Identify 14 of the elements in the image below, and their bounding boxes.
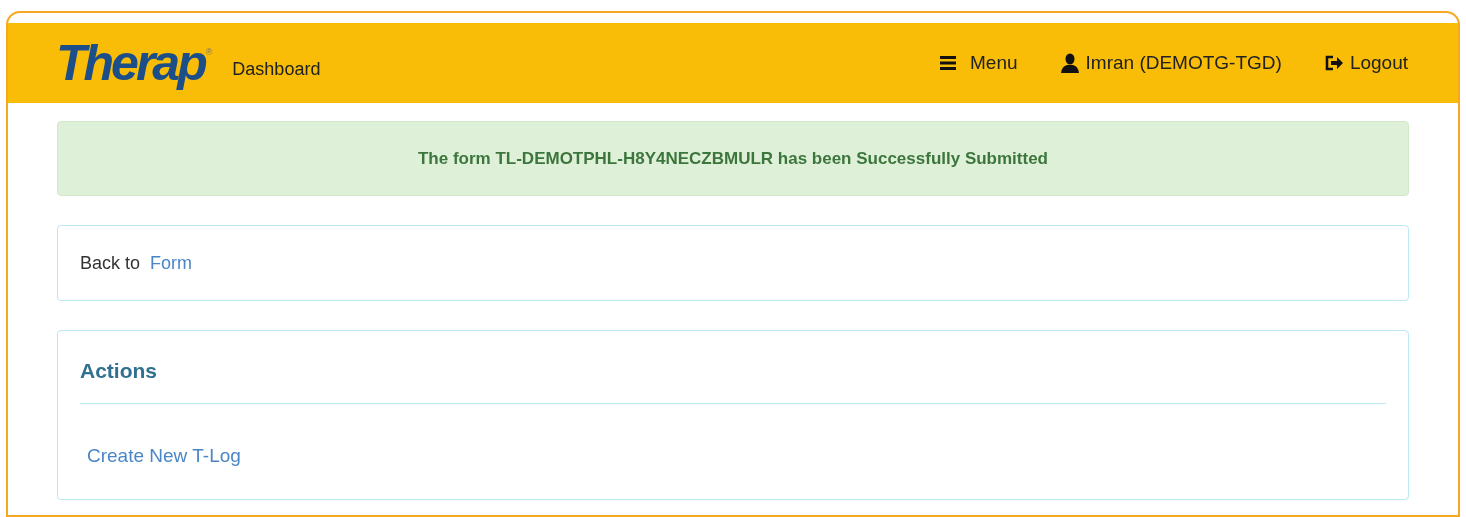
dashboard-link[interactable]: Dashboard <box>232 55 321 83</box>
alert-message: The form TL-DEMOTPHL-H8Y4NECZBMULR has been Successfully Submitted <box>418 147 1048 170</box>
logo[interactable]: Therap <box>56 38 205 88</box>
back-label: Back to <box>80 251 141 275</box>
logout-icon <box>1323 54 1344 72</box>
form-link[interactable]: Form <box>150 249 193 277</box>
registered-mark: ® <box>205 47 213 57</box>
user-menu-link[interactable]: Imran (DEMOTG-TGD) <box>1059 48 1282 78</box>
menu-link[interactable]: Menu <box>940 48 1018 78</box>
action-link[interactable]: Create New T-Log <box>87 441 241 470</box>
user-icon <box>1059 53 1080 73</box>
logout-link[interactable]: Logout <box>1323 48 1408 78</box>
menu-icon <box>940 55 956 71</box>
actions-heading: Actions <box>80 359 157 382</box>
